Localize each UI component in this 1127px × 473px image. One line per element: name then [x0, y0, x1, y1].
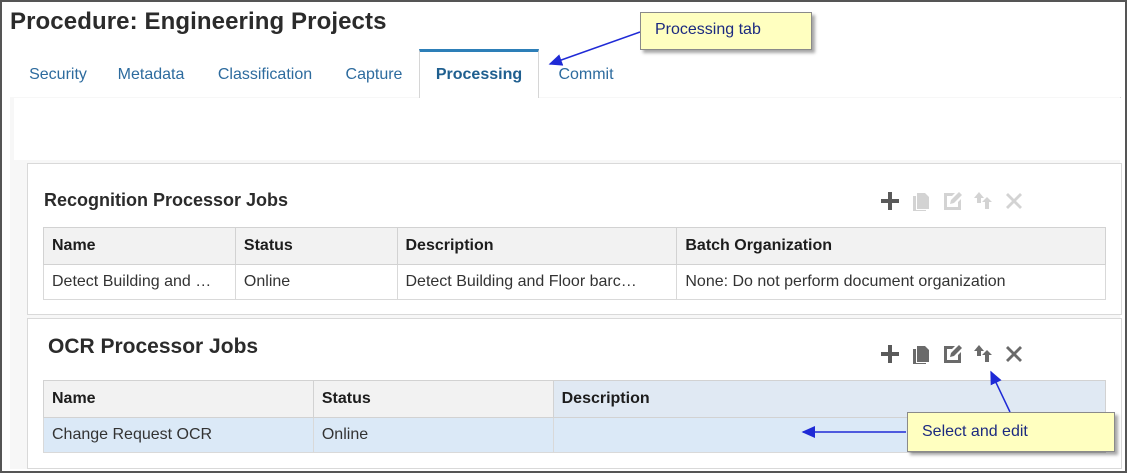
edit-icon[interactable] [936, 340, 967, 368]
recognition-panel-title: Recognition Processor Jobs [44, 190, 289, 210]
ocr-toolbar [874, 340, 1029, 368]
edit-icon[interactable] [936, 187, 967, 215]
cell-name: Detect Building and … [43, 264, 236, 300]
column-header-status[interactable]: Status [312, 380, 554, 418]
delete-icon[interactable] [998, 187, 1029, 215]
delete-icon[interactable] [998, 340, 1029, 368]
table-header-row: Name Status Description Batch Organizati… [43, 227, 1106, 265]
content-spacer [14, 98, 1120, 160]
tab-bar: Security Metadata Classification Capture… [10, 49, 1121, 98]
column-header-description[interactable]: Description [396, 227, 678, 265]
add-icon[interactable] [874, 187, 905, 215]
cell-batch-organization: None: Do not perform document organizati… [676, 264, 1106, 300]
copy-icon[interactable] [905, 187, 936, 215]
promote-icon[interactable] [967, 187, 998, 215]
column-header-batch-organization[interactable]: Batch Organization [676, 227, 1106, 265]
ocr-panel-title: OCR Processor Jobs [48, 335, 259, 358]
add-icon[interactable] [874, 340, 905, 368]
recognition-table: Name Status Description Batch Organizati… [43, 227, 1106, 300]
column-header-name[interactable]: Name [43, 227, 236, 265]
promote-icon[interactable] [967, 340, 998, 368]
page-title: Procedure: Engineering Projects [10, 8, 387, 35]
tab-processing[interactable]: Processing [419, 49, 539, 98]
tab-security[interactable]: Security [14, 50, 102, 96]
callout-processing-tab: Processing tab [640, 12, 812, 50]
tab-commit[interactable]: Commit [546, 50, 626, 96]
tab-metadata[interactable]: Metadata [104, 50, 198, 96]
recognition-toolbar [874, 187, 1029, 215]
column-header-status[interactable]: Status [234, 227, 398, 265]
column-header-name[interactable]: Name [43, 380, 314, 418]
cell-status: Online [234, 264, 398, 300]
cell-status: Online [312, 417, 554, 453]
table-row[interactable]: Detect Building and … Online Detect Buil… [43, 264, 1106, 300]
copy-icon[interactable] [905, 340, 936, 368]
tab-classification[interactable]: Classification [206, 50, 324, 96]
cell-name: Change Request OCR [43, 417, 314, 453]
tab-capture[interactable]: Capture [334, 50, 414, 96]
callout-select-edit: Select and edit [907, 412, 1115, 452]
cell-description: Detect Building and Floor barc… [396, 264, 678, 300]
